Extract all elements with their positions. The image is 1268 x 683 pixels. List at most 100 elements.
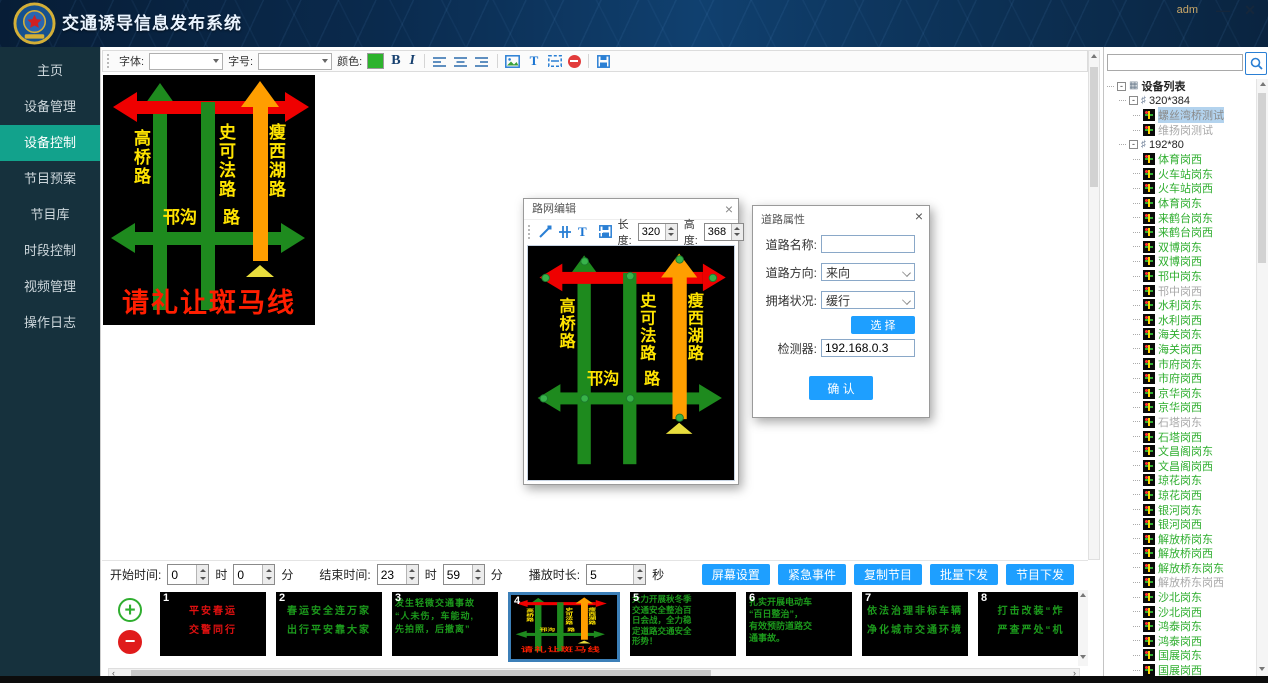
tree-label[interactable]: 沙北岗西 [1158,604,1202,620]
close-button[interactable]: × [1240,1,1260,21]
tree-label[interactable]: 解放桥东岗西 [1158,574,1224,590]
tree-label[interactable]: 320*384 [1149,95,1190,107]
spinner-arrows[interactable] [633,565,645,584]
device-search-input[interactable] [1107,54,1243,71]
tree-label[interactable]: 螺丝湾桥测试 [1158,107,1224,123]
device-item-1-19[interactable]: 石塔岗西 [1107,429,1256,444]
playlist-item-4[interactable]: 4高桥路史可法路瘦西湖路邗沟路请礼让斑马线 [508,592,620,662]
sidebar-item-3[interactable]: 节目预案 [0,161,100,197]
close-icon[interactable]: × [915,208,923,224]
start-minute-spinner[interactable] [233,564,275,585]
device-item-0-1[interactable]: 维扬岗测试 [1107,123,1256,138]
action-button-2[interactable]: 复制节目 [854,564,922,585]
align-left-icon[interactable] [432,53,448,69]
scrollbar-thumb[interactable] [1090,67,1098,187]
spinner-arrows[interactable] [406,565,418,584]
tree-label[interactable]: 鸿泰岗东 [1158,618,1202,634]
tree-label[interactable]: 解放桥岗西 [1158,545,1213,561]
tree-label[interactable]: 解放桥东岗东 [1158,560,1224,576]
action-button-3[interactable]: 批量下发 [930,564,998,585]
confirm-button[interactable]: 确 认 [809,376,873,400]
close-icon[interactable]: × [725,200,733,218]
end-minute-spinner[interactable] [443,564,485,585]
tree-label[interactable]: 解放桥岗东 [1158,531,1213,547]
device-item-1-1[interactable]: 火车站岗东 [1107,167,1256,182]
search-button[interactable] [1245,52,1267,75]
scroll-up-arrow[interactable] [1091,54,1097,58]
toolbar-grip[interactable] [528,225,530,239]
device-item-1-31[interactable]: 沙北岗西 [1107,604,1256,619]
tree-label[interactable]: 鸿泰岗西 [1158,633,1202,649]
scrollbar-thumb[interactable] [1258,93,1266,263]
scroll-up-arrow[interactable] [1260,82,1266,86]
road-direction-select[interactable]: 来向 [821,263,915,281]
tree-label[interactable]: 银河岗东 [1158,502,1202,518]
tree-label[interactable]: 国展岗西 [1158,662,1202,676]
tree-label[interactable]: 文昌阁岗西 [1158,458,1213,474]
toolbar-grip[interactable] [107,54,112,68]
device-item-1-20[interactable]: 文昌阁岗东 [1107,444,1256,459]
device-item-1-33[interactable]: 鸿泰岗西 [1107,634,1256,649]
tree-label[interactable]: 银河岗西 [1158,516,1202,532]
duration-value[interactable] [587,565,633,584]
tree-scrollbar[interactable] [1256,79,1268,676]
tree-label[interactable]: 火车站岗东 [1158,166,1213,182]
sidebar-item-0[interactable]: 主页 [0,53,100,89]
scroll-down-arrow[interactable] [1259,667,1265,671]
action-button-1[interactable]: 紧急事件 [778,564,846,585]
spinner-arrows[interactable] [262,565,274,584]
playlist-item-8[interactable]: 8打击改装“炸严查严处“机 [978,592,1084,656]
collapse-toggle[interactable]: - [1129,140,1138,149]
sidebar-item-5[interactable]: 时段控制 [0,233,100,269]
end-minute-value[interactable] [444,565,472,584]
save-icon[interactable] [596,53,612,69]
device-item-1-30[interactable]: 沙北岗东 [1107,590,1256,605]
draw-line-icon[interactable] [538,224,552,240]
align-center-icon[interactable] [453,53,469,69]
tree-label[interactable]: 来鹤台岗西 [1158,224,1213,240]
tree-label[interactable]: 水利岗东 [1158,297,1202,313]
tree-label[interactable]: 琼花岗东 [1158,472,1202,488]
tree-label[interactable]: 双博岗东 [1158,239,1202,255]
device-item-1-4[interactable]: 来鹤台岗东 [1107,210,1256,225]
device-item-1-18[interactable]: 石塔岗东 [1107,415,1256,430]
spinner-arrows[interactable] [665,224,677,240]
start-hour-value[interactable] [168,565,196,584]
scroll-down-arrow[interactable] [1080,655,1086,659]
size-select[interactable] [258,53,332,70]
sidebar-item-4[interactable]: 节目库 [0,197,100,233]
device-item-1-27[interactable]: 解放桥岗西 [1107,546,1256,561]
tree-label[interactable]: 市府岗西 [1158,370,1202,386]
sidebar-item-6[interactable]: 视频管理 [0,269,100,305]
tree-label[interactable]: 石塔岗东 [1158,414,1202,430]
sidebar-item-2[interactable]: 设备控制 [0,125,100,161]
device-item-1-12[interactable]: 海关岗东 [1107,327,1256,342]
detector-input[interactable] [821,339,915,357]
tree-root[interactable]: -▦设备列表 [1107,79,1256,94]
device-item-1-14[interactable]: 市府岗东 [1107,356,1256,371]
device-item-1-6[interactable]: 双博岗东 [1107,240,1256,255]
layout-frame-icon[interactable] [547,53,563,69]
start-minute-value[interactable] [234,565,262,584]
playlist-item-3[interactable]: 3发生轻微交通事故“人未伤，车能动,先拍照，后撤离” [392,592,498,656]
tree-label[interactable]: 琼花岗西 [1158,487,1202,503]
tree-label[interactable]: 双博岗西 [1158,253,1202,269]
tree-label[interactable]: 国展岗东 [1158,647,1202,663]
tree-label[interactable]: 维扬岗测试 [1158,122,1213,138]
tree-label[interactable]: 石塔岗西 [1158,429,1202,445]
device-item-1-26[interactable]: 解放桥岗东 [1107,531,1256,546]
device-item-1-8[interactable]: 邗中岗东 [1107,269,1256,284]
device-item-1-34[interactable]: 国展岗东 [1107,648,1256,663]
vertical-scrollbar[interactable] [1088,50,1100,560]
device-item-1-28[interactable]: 解放桥东岗东 [1107,561,1256,576]
sidebar-item-1[interactable]: 设备管理 [0,89,100,125]
spinner-arrows[interactable] [196,565,208,584]
tree-group-0[interactable]: -♯320*384 [1107,94,1256,109]
tree-label[interactable]: 192*80 [1149,139,1184,151]
font-select[interactable] [149,53,223,70]
road-name-input[interactable] [821,235,915,253]
end-hour-spinner[interactable] [377,564,419,585]
add-road-icon[interactable] [558,224,572,240]
device-item-1-3[interactable]: 体育岗东 [1107,196,1256,211]
spinner-arrows[interactable] [731,224,743,240]
